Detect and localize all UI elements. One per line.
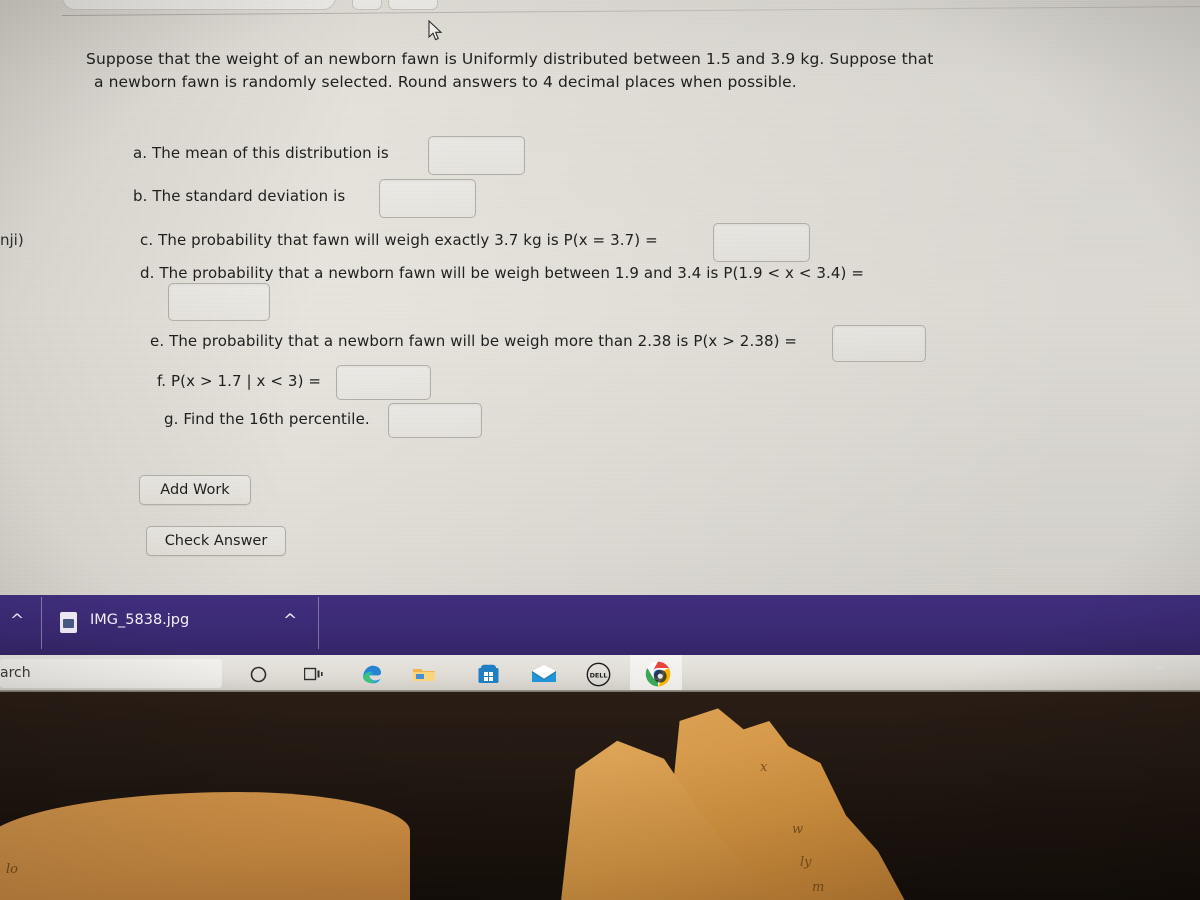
handwriting-mark-2: ly: [800, 855, 812, 870]
handwriting-mark-1: w: [792, 822, 804, 837]
handwriting-mark-5: lo: [6, 862, 18, 877]
taskbar-search-label: arch: [0, 665, 31, 681]
question-item-e-label: e. The probability that a newborn fawn w…: [150, 332, 798, 350]
question-item-g-label: g. Find the 16th percentile.: [164, 410, 370, 428]
photographed-screen-scene: Suppose that the weight of an newborn fa…: [0, 0, 1200, 900]
clipped-sidebar-text: nji): [0, 231, 24, 249]
answer-input-f[interactable]: [336, 365, 431, 400]
microsoft-store-icon[interactable]: [473, 659, 503, 689]
windows-taskbar: arch DELL ^: [0, 655, 1200, 692]
monitor-screen: Suppose that the weight of an newborn fa…: [0, 0, 1200, 692]
answer-input-e[interactable]: [832, 325, 926, 362]
download-bar-divider-2: [318, 597, 319, 649]
question-item-b-label: b. The standard deviation is: [133, 187, 346, 205]
prompt-line-2: a newborn fawn is randomly selected. Rou…: [94, 73, 797, 91]
taskbar-overflow-chevron-icon[interactable]: ^: [1153, 663, 1166, 681]
address-bar[interactable]: [62, 0, 336, 10]
answer-input-g[interactable]: [388, 403, 482, 438]
download-item-menu-chevron-icon[interactable]: ^: [283, 613, 297, 630]
task-view-icon[interactable]: [298, 659, 328, 689]
download-bar: ^ IMG_5838.jpg ^: [0, 595, 1200, 655]
toolbar-button-b[interactable]: [388, 0, 438, 10]
answer-input-d[interactable]: [168, 283, 270, 321]
edge-icon[interactable]: [357, 659, 387, 689]
chevron-up-icon[interactable]: ^: [10, 613, 24, 630]
answer-input-b[interactable]: [379, 179, 476, 218]
handwriting-mark-4: x: [760, 760, 768, 775]
add-work-button[interactable]: Add Work: [139, 475, 251, 505]
download-bar-divider: [41, 597, 42, 649]
svg-text:DELL: DELL: [589, 671, 607, 679]
image-file-icon: [60, 612, 77, 633]
question-prompt: Suppose that the weight of an newborn fa…: [86, 48, 1016, 94]
question-item-d-label: d. The probability that a newborn fawn w…: [140, 264, 865, 282]
answer-input-c[interactable]: [713, 223, 810, 262]
question-item-f-label: f. P(x > 1.7 | x < 3) =: [157, 372, 322, 390]
notebook-paper-left: [0, 792, 410, 900]
check-answer-button[interactable]: Check Answer: [146, 526, 286, 556]
taskbar-search-input[interactable]: [0, 659, 222, 688]
browser-toolbar: [0, 0, 1200, 36]
handwriting-mark-3: m: [812, 880, 825, 895]
check-answer-label: Check Answer: [164, 533, 268, 549]
question-item-c-label: c. The probability that fawn will weigh …: [140, 231, 658, 249]
download-item-filename[interactable]: IMG_5838.jpg: [90, 612, 189, 628]
cortana-icon[interactable]: [243, 659, 273, 689]
chrome-icon[interactable]: [643, 659, 673, 689]
prompt-line-1: Suppose that the weight of an newborn fa…: [86, 50, 934, 68]
mail-icon[interactable]: [529, 659, 559, 689]
dell-icon[interactable]: DELL: [583, 659, 613, 689]
toolbar-button-a[interactable]: [352, 0, 382, 10]
file-explorer-icon[interactable]: [409, 659, 439, 689]
question-item-a-label: a. The mean of this distribution is: [133, 144, 389, 162]
add-work-label: Add Work: [160, 482, 230, 498]
answer-input-a[interactable]: [428, 136, 525, 175]
